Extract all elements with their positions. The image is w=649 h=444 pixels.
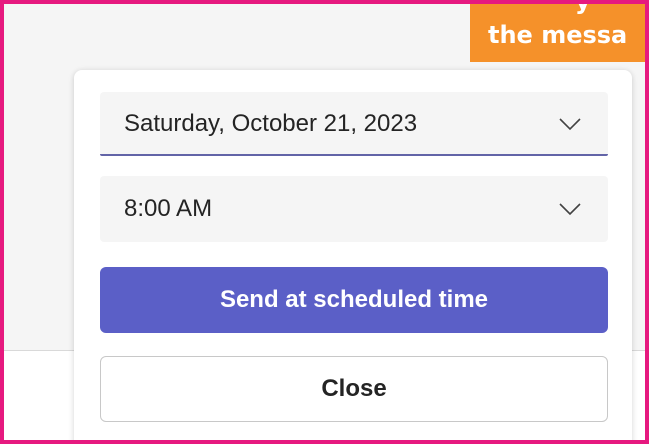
send-button-label: Send at scheduled time [219,286,489,313]
time-value: 8:00 AM [124,195,213,222]
time-picker[interactable]: 8:00 AM [100,176,608,242]
chevron-down-icon [559,203,581,216]
close-button[interactable]: Close [100,356,608,422]
callout-line-2: the messa [488,21,628,49]
callout-line-1: y [575,4,591,16]
date-picker-focus-underline [100,154,608,156]
screenshot-frame: y the messa Saturday, October 21, 2023 8… [0,0,649,444]
annotation-callout: y the messa [470,4,645,62]
close-button-label: Close [321,375,387,402]
date-picker[interactable]: Saturday, October 21, 2023 [100,92,608,156]
date-value: Saturday, October 21, 2023 [124,110,418,137]
schedule-send-popup: Saturday, October 21, 2023 8:00 AM Send … [74,70,632,440]
send-at-scheduled-time-button[interactable]: Send at scheduled time [100,267,608,333]
chevron-down-icon [559,118,581,131]
